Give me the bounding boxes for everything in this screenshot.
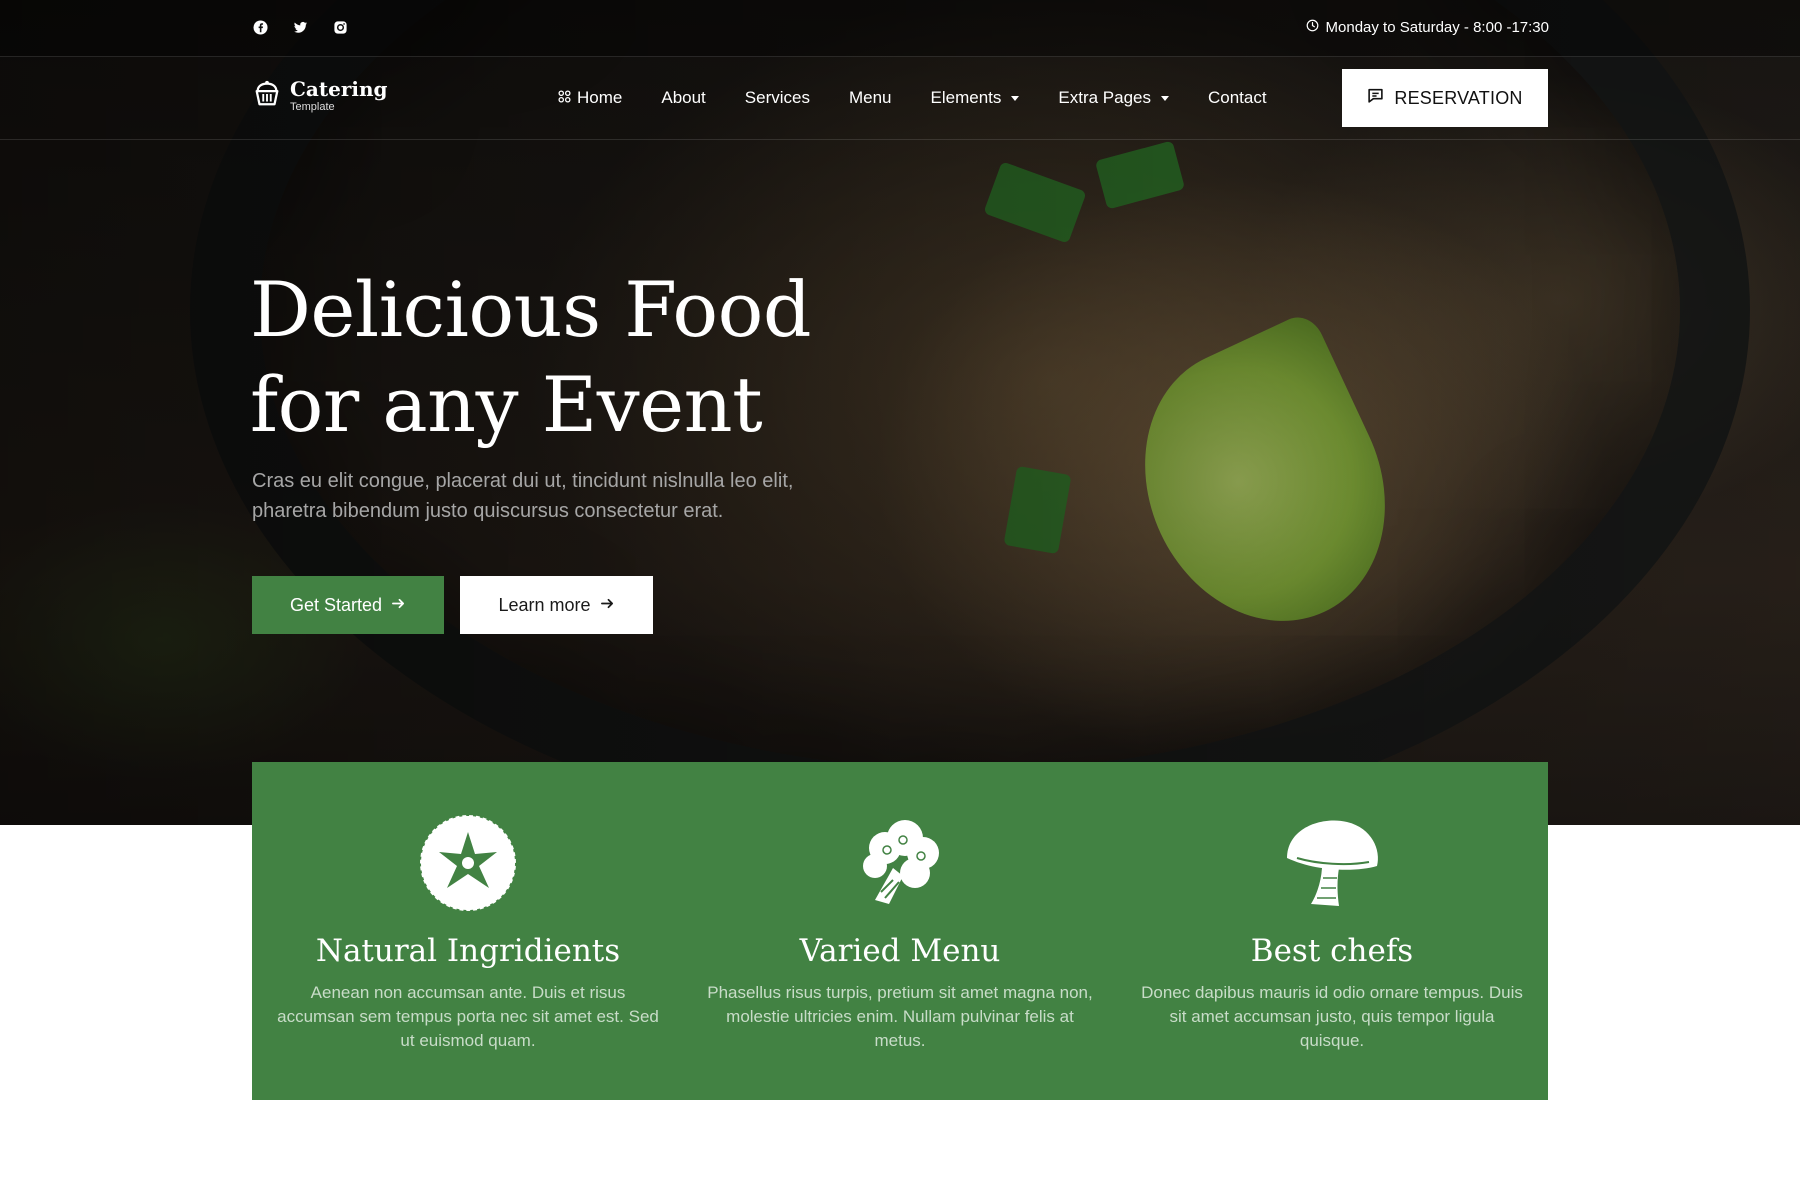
feature-title: Natural Ingridients	[315, 933, 621, 969]
feature-title: Varied Menu	[799, 933, 1001, 969]
reservation-label: RESERVATION	[1394, 87, 1523, 108]
feature-natural-ingredients: Natural Ingridients Aenean non accumsan …	[252, 808, 684, 1053]
main-navbar: Catering Template Home About Services Me…	[0, 57, 1800, 140]
chevron-down-icon	[1161, 95, 1169, 101]
nav-item-extra-pages[interactable]: Extra Pages	[1058, 88, 1169, 108]
brand-title: Catering	[290, 76, 388, 101]
brand-logo[interactable]: Catering Template	[252, 78, 388, 113]
opening-hours-text: Monday to Saturday - 8:00 -17:30	[1325, 19, 1549, 36]
feature-varied-menu: Varied Menu Phasellus risus turpis, pret…	[684, 808, 1116, 1053]
get-started-button[interactable]: Get Started	[252, 576, 444, 634]
broccoli-icon	[684, 808, 1116, 918]
brand-subtitle: Template	[290, 100, 335, 113]
nav-item-label: Elements	[930, 88, 1002, 107]
nav-item-home[interactable]: Home	[558, 88, 622, 108]
feature-text: Donec dapibus mauris id odio ornare temp…	[1141, 983, 1523, 1050]
learn-more-button[interactable]: Learn more	[460, 576, 653, 634]
nav-menu: Home About Services Menu Elements Extra …	[558, 88, 1267, 108]
hero-description: Cras eu elit congue, placerat dui ut, ti…	[252, 470, 794, 522]
feature-title: Best chefs	[1250, 933, 1414, 969]
hero-title-line1: Delicious Food	[250, 265, 812, 354]
hero-title: Delicious Food for any Event	[250, 262, 950, 452]
feature-best-chefs: Best chefs Donec dapibus mauris id odio …	[1116, 808, 1548, 1053]
features-panel: Natural Ingridients Aenean non accumsan …	[252, 762, 1548, 1100]
nav-item-label: Services	[744, 88, 810, 107]
nav-item-about[interactable]: About	[661, 88, 705, 108]
nav-item-services[interactable]: Services	[745, 88, 810, 108]
nav-item-label: Home	[577, 88, 623, 107]
grid-icon	[558, 88, 571, 108]
nav-item-contact[interactable]: Contact	[1208, 88, 1267, 108]
feature-text: Phasellus risus turpis, pretium sit amet…	[707, 983, 1093, 1050]
learn-more-label: Learn more	[498, 594, 591, 615]
cupcake-icon	[252, 78, 282, 113]
top-bar: Monday to Saturday - 8:00 -17:30	[0, 0, 1800, 57]
facebook-icon[interactable]	[252, 19, 268, 35]
nav-item-elements[interactable]: Elements	[931, 88, 1020, 108]
reservation-button[interactable]: RESERVATION	[1342, 69, 1548, 127]
instagram-icon[interactable]	[332, 19, 348, 35]
arrow-right-icon	[600, 595, 615, 616]
get-started-label: Get Started	[289, 594, 383, 615]
mushroom-icon	[1116, 808, 1548, 918]
tomato-icon	[252, 808, 684, 918]
nav-item-menu[interactable]: Menu	[849, 88, 892, 108]
nav-item-label: Contact	[1208, 88, 1267, 107]
nav-item-label: About	[661, 88, 706, 107]
feature-text: Aenean non accumsan ante. Duis et risus …	[277, 983, 659, 1050]
nav-item-label: Menu	[848, 88, 892, 107]
arrow-right-icon	[391, 595, 406, 616]
nav-item-label: Extra Pages	[1058, 88, 1151, 107]
message-icon	[1367, 87, 1384, 109]
chevron-down-icon	[1011, 95, 1020, 101]
clock-icon	[1306, 19, 1319, 36]
hero-title-line2: for any Event	[250, 360, 763, 449]
twitter-icon[interactable]	[292, 19, 308, 35]
opening-hours: Monday to Saturday - 8:00 -17:30	[1306, 19, 1549, 36]
